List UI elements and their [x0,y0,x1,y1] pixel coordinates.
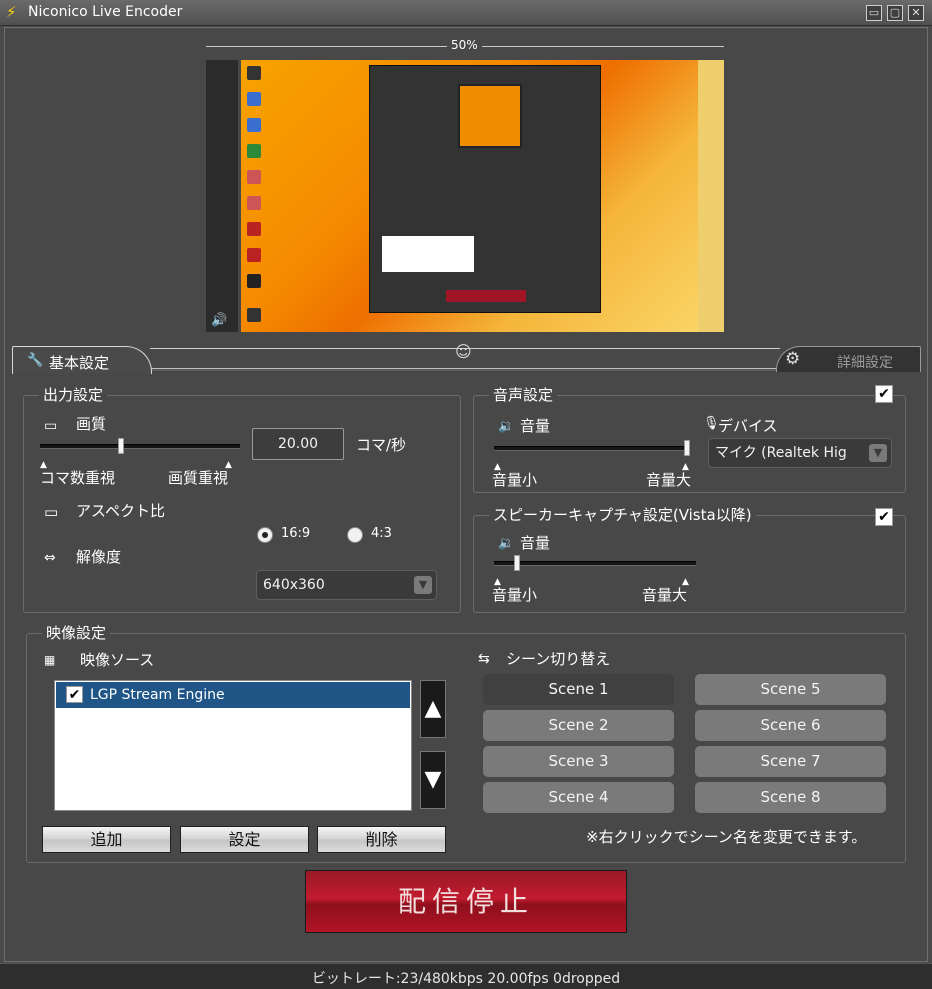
speaker-min-label: 音量小 [492,586,538,604]
desktop-icon [247,144,261,158]
scene-switch-label: シーン切り替え [506,650,611,668]
status-bar: ビットレート:23/480kbps 20.00fps 0dropped [0,963,932,989]
scene-button-6[interactable]: Scene 6 [695,710,886,741]
aspect-16-9-label: 16:9 [281,526,311,541]
scene-button-3[interactable]: Scene 3 [483,746,674,777]
device-label: デバイス [718,417,778,435]
desktop-sidebar [698,60,724,332]
wrench-icon: 🔧 [27,353,44,368]
minimize-button[interactable]: ▭ [866,5,882,21]
fps-unit: コマ/秒 [356,436,407,454]
aspect-16-9-radio[interactable] [257,527,273,543]
delete-source-button[interactable]: 削除 [317,826,446,853]
desktop-icon [247,66,261,80]
stream-preview [241,60,724,332]
scene-button-1[interactable]: Scene 1 [483,674,674,705]
chevron-down-icon: ▼ [414,576,432,594]
desktop-icon [247,170,261,184]
resolution-select[interactable]: 640x360 ▼ [256,570,437,600]
source-settings-button[interactable]: 設定 [180,826,309,853]
resolution-value: 640x360 [263,577,325,593]
speaker-max-label: 音量大 [642,586,688,604]
audio-volume-label: 音量 [520,417,551,435]
aspect-ratio-label: アスペクト比 [76,502,165,520]
scene-button-2[interactable]: Scene 2 [483,710,674,741]
audio-level-meter [206,60,238,332]
robot-icon: ☺ [455,342,472,361]
close-button[interactable]: ✕ [908,5,924,21]
scene-button-7[interactable]: Scene 7 [695,746,886,777]
audio-max-label: 音量大 [646,471,692,489]
video-source-icon: ▦ [44,653,56,667]
source-checkbox[interactable]: ✔ [66,686,83,703]
mirrored-preview [458,84,522,148]
status-text: ビットレート:23/480kbps 20.00fps 0dropped [311,971,621,987]
fps-input[interactable]: 20.00 [252,428,344,460]
audio-volume-thumb[interactable] [684,440,690,456]
speaker-enable-checkbox[interactable]: ✔ [875,508,893,526]
desktop-icon [247,274,261,288]
scene-rename-hint: ※右クリックでシーン名を変更できます。 [586,828,867,846]
tab-advanced-label: 詳細設定 [837,355,893,371]
add-source-button[interactable]: 追加 [42,826,171,853]
app-bolt-icon: ⚡ [6,3,17,21]
list-item[interactable]: ✔ LGP Stream Engine [56,682,410,708]
desktop-icon [247,196,261,210]
quality-slider-track[interactable] [40,444,240,449]
move-down-button[interactable]: ▼ [420,751,446,809]
chevron-down-icon: ▼ [869,444,887,462]
volume-icon: 🔉 [498,419,515,434]
title-bar: ⚡ Niconico Live Encoder ▭ ▢ ✕ [0,0,932,26]
aspect-ratio-icon: ▭ [44,503,59,521]
tab-basic-settings[interactable]: 🔧 基本設定 [12,346,152,374]
mirrored-stop-button [446,290,526,302]
desktop-icon [247,92,261,106]
scene-switch-icon: ⇆ [478,651,490,667]
aspect-4-3-label: 4:3 [371,526,392,541]
source-name: LGP Stream Engine [90,687,225,703]
video-source-label: 映像ソース [80,651,155,669]
quality-slider-thumb[interactable] [117,438,124,454]
audio-device-select[interactable]: マイク (Realtek Hig ▼ [708,438,892,468]
audio-settings-title: 音声設定 [489,384,558,405]
scene-button-5[interactable]: Scene 5 [695,674,886,705]
output-settings-title: 出力設定 [39,384,108,405]
speaker-icon[interactable]: 🔊 [211,313,227,328]
mirrored-encoder-window [369,65,601,313]
desktop-icon [247,248,261,262]
fps-priority-label: コマ数重視 [40,469,116,487]
resolution-icon: ⇔ [44,550,56,566]
gear-icon: ⚙ [785,349,801,369]
desktop-icon [247,118,261,132]
zoom-label: 50% [447,38,482,52]
mirrored-source-list [382,236,474,272]
window-title: Niconico Live Encoder [28,4,183,20]
resolution-label: 解像度 [76,548,122,566]
speaker-volume-track[interactable] [494,561,696,566]
stop-broadcast-button[interactable]: 配信停止 [305,870,627,933]
scene-button-8[interactable]: Scene 8 [695,782,886,813]
speaker-volume-label: 音量 [520,534,551,552]
speaker-capture-title: スピーカーキャプチャ設定(Vista以降) [489,504,756,525]
tab-basic-label: 基本設定 [49,354,110,372]
quality-priority-label: 画質重視 [168,469,229,487]
audio-min-label: 音量小 [492,471,538,489]
tab-advanced-settings[interactable]: ⚙ 詳細設定 [776,346,921,372]
video-settings-title: 映像設定 [42,622,111,643]
video-source-list[interactable]: ✔ LGP Stream Engine [54,680,412,811]
scene-button-4[interactable]: Scene 4 [483,782,674,813]
desktop-icon [247,222,261,236]
volume-icon: 🔉 [498,536,515,551]
desktop-icon [247,308,261,322]
quality-icon: ▭ [44,418,58,434]
move-up-button[interactable]: ▲ [420,680,446,738]
audio-volume-track[interactable] [494,446,690,451]
aspect-4-3-radio[interactable] [347,527,363,543]
quality-label: 画質 [76,415,107,433]
audio-enable-checkbox[interactable]: ✔ [875,385,893,403]
speaker-volume-thumb[interactable] [513,555,520,571]
maximize-button[interactable]: ▢ [887,5,903,21]
audio-device-value: マイク (Realtek Hig [715,445,847,461]
